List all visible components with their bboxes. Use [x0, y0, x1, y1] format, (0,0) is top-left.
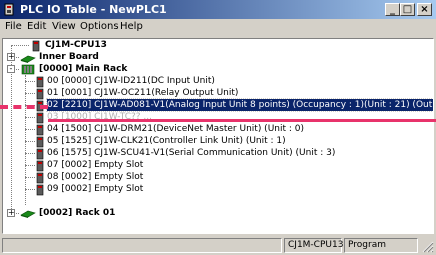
- menu-bar: File Edit View Options Help: [0, 19, 436, 37]
- plc-unit-icon: [36, 76, 44, 88]
- tree-item-rack-01[interactable]: [0002] Rack 01: [39, 207, 115, 219]
- tree-connector: [25, 81, 35, 82]
- plc-unit-icon: [36, 124, 44, 136]
- annotation-dashed-pointer: [0, 105, 48, 109]
- annotation-highlight-line: [48, 119, 436, 122]
- tree-item-slot-04[interactable]: 04 [1500] CJ1W-DRM21(DeviceNet Master Un…: [47, 123, 304, 135]
- status-cpu: CJ1M-CPU13: [284, 238, 343, 253]
- menu-view[interactable]: View: [52, 21, 76, 32]
- tree-item-cpu[interactable]: CJ1M-CPU13: [45, 39, 107, 51]
- expand-inner-board-toggle[interactable]: +: [7, 53, 15, 61]
- plc-unit-icon: [36, 136, 44, 148]
- expand-rack-01-toggle[interactable]: +: [7, 209, 15, 217]
- tree-connector: [25, 93, 35, 94]
- plc-unit-icon: [36, 88, 44, 100]
- menu-options[interactable]: Options: [80, 21, 119, 32]
- rack-icon: [21, 64, 35, 75]
- status-mode: Program: [344, 238, 418, 253]
- tree-connector: [25, 141, 35, 142]
- tree-connector: [25, 165, 35, 166]
- close-button[interactable]: ×: [417, 3, 432, 16]
- menu-edit[interactable]: Edit: [27, 21, 46, 32]
- tree-item-slot-02-selected[interactable]: 02 [2210] CJ1W-AD081-V1(Analog Input Uni…: [45, 98, 433, 112]
- menu-help[interactable]: Help: [120, 21, 143, 32]
- tree-connector: [25, 153, 35, 154]
- tree-item-slot-01[interactable]: 01 [0001] CJ1W-OC211(Relay Output Unit): [47, 87, 238, 99]
- resize-grip-icon[interactable]: [422, 241, 434, 253]
- tree-connector-rack: [25, 75, 26, 205]
- maximize-button[interactable]: □: [400, 3, 415, 16]
- tree-item-slot-00[interactable]: 00 [0000] CJ1W-ID211(DC Input Unit): [47, 75, 215, 87]
- tree-connector: [25, 189, 35, 190]
- plc-app-icon: [4, 3, 14, 16]
- tree-item-slot-06[interactable]: 06 [1575] CJ1W-SCU41-V1(Serial Communica…: [47, 147, 335, 159]
- window-title: PLC IO Table - NewPLC1: [20, 3, 167, 16]
- menu-file[interactable]: File: [5, 21, 22, 32]
- tree-item-slot-05[interactable]: 05 [1525] CJ1W-CLK21(Controller Link Uni…: [47, 135, 286, 147]
- tree-connector: [25, 117, 35, 118]
- plc-io-table-window: PLC IO Table - NewPLC1 _ □ × File Edit V…: [0, 0, 436, 255]
- tree-connector: [25, 177, 35, 178]
- rack-icon: [20, 210, 36, 218]
- plc-unit-icon: [36, 172, 44, 184]
- plc-unit-icon: [36, 148, 44, 160]
- minimize-button[interactable]: _: [385, 3, 400, 16]
- tree-connector: [25, 129, 35, 130]
- plc-unit-icon: [36, 184, 44, 196]
- plc-unit-icon: [36, 160, 44, 172]
- tree-item-slot-07[interactable]: 07 [0002] Empty Slot: [47, 159, 143, 171]
- io-table-tree[interactable]: CJ1M-CPU13 + Inner Board - [0000] Main R…: [2, 38, 434, 234]
- status-bar: CJ1M-CPU13 Program: [0, 236, 436, 255]
- tree-item-slot-08[interactable]: 08 [0002] Empty Slot: [47, 171, 143, 183]
- collapse-main-rack-toggle[interactable]: -: [7, 65, 15, 73]
- title-bar[interactable]: PLC IO Table - NewPLC1 _ □ ×: [0, 0, 436, 19]
- tree-connector: [11, 45, 29, 46]
- plc-unit-icon: [36, 112, 44, 124]
- tree-item-main-rack[interactable]: [0000] Main Rack: [39, 63, 127, 75]
- tree-item-slot-09[interactable]: 09 [0002] Empty Slot: [47, 183, 143, 195]
- tree-item-inner-board[interactable]: Inner Board: [39, 51, 99, 63]
- status-panel-empty: [2, 238, 282, 253]
